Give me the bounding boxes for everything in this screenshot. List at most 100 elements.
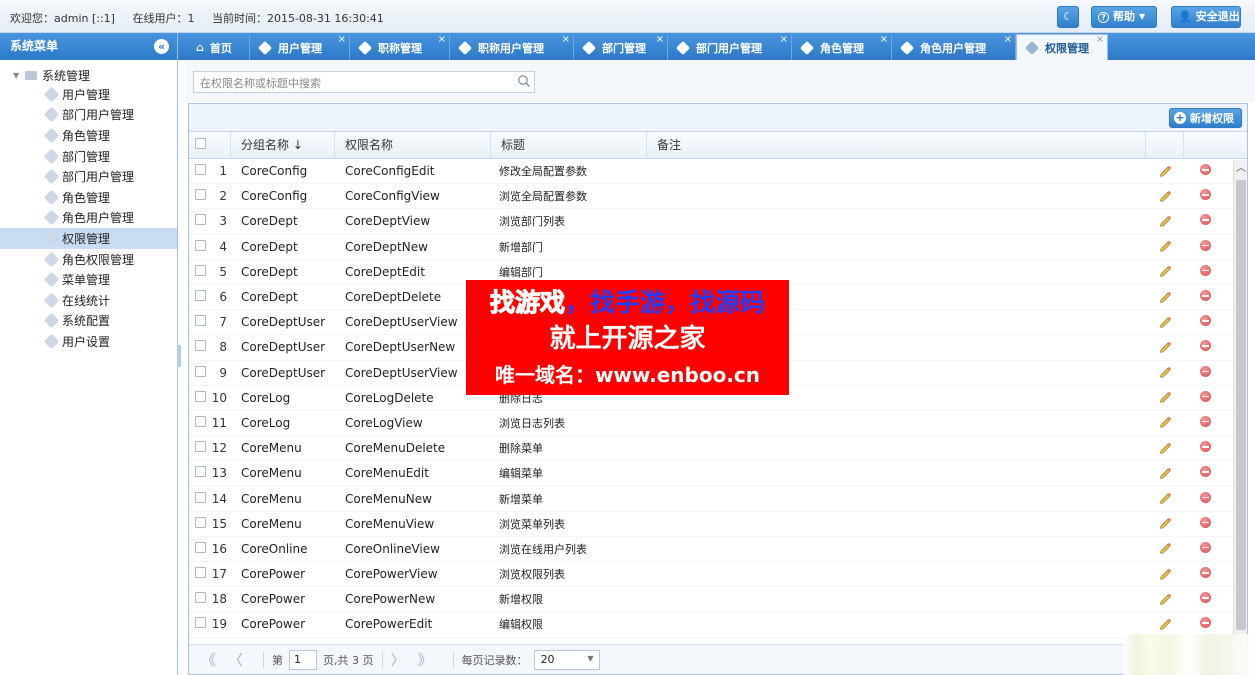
page-number-input[interactable]: 1 [289,649,318,670]
pencil-icon[interactable] [1158,414,1172,429]
delete-icon[interactable] [1199,592,1211,604]
tab[interactable]: 角色管理 × [792,34,892,60]
sidebar-item[interactable]: 部门用户管理 [0,166,177,187]
delete-icon[interactable] [1199,340,1211,352]
close-tab-icon[interactable]: × [1096,34,1104,45]
sidebar-splitter[interactable] [177,345,181,367]
row-checkbox[interactable] [195,466,206,478]
pencil-icon[interactable] [1158,263,1172,277]
row-checkbox[interactable] [195,214,206,226]
row-checkbox[interactable] [195,239,206,251]
pencil-icon[interactable] [1158,314,1172,328]
vertical-scrollbar[interactable]: ︿ ﹀ [1233,160,1247,672]
column-title-header[interactable]: 标题 [491,132,647,158]
row-checkbox[interactable] [195,415,206,427]
pencil-icon[interactable] [1158,188,1172,202]
delete-icon[interactable] [1199,415,1211,427]
row-checkbox[interactable] [195,592,206,604]
tab[interactable]: 部门用户管理 × [668,34,792,60]
close-tab-icon[interactable]: × [880,34,888,45]
table-row[interactable]: 3 CoreDept CoreDeptView 浏览部门列表 [189,209,1247,235]
delete-icon[interactable] [1199,567,1211,579]
table-row[interactable]: 12 CoreMenu CoreMenuDelete 删除菜单 [189,436,1247,462]
pencil-icon[interactable] [1158,515,1172,529]
sidebar-item[interactable]: 权限管理 [0,228,177,249]
delete-icon[interactable] [1199,466,1211,478]
tab[interactable]: 角色用户管理 × [892,34,1016,60]
sidebar-item[interactable]: 部门管理 [0,146,177,167]
sidebar-item[interactable]: 用户设置 [0,331,177,352]
row-checkbox[interactable] [195,491,206,503]
tab[interactable]: 职称用户管理 × [450,34,574,60]
sidebar-item[interactable]: 在线统计 [0,290,177,311]
table-row[interactable]: 19 CorePower CorePowerEdit 编辑权限 [189,612,1247,638]
row-checkbox[interactable] [195,516,206,528]
table-row[interactable]: 4 CoreDept CoreDeptNew 新增部门 [189,235,1247,260]
pencil-icon[interactable] [1158,616,1172,630]
close-tab-icon[interactable]: × [562,34,570,45]
row-checkbox[interactable] [195,441,206,453]
pencil-icon[interactable] [1158,339,1172,353]
column-group-header[interactable]: 分组名称 ↓ [231,132,335,158]
close-tab-icon[interactable]: × [656,34,664,45]
tab[interactable]: ⌂ 首页 [186,35,250,60]
row-checkbox[interactable] [195,290,206,302]
column-name-header[interactable]: 权限名称 [335,132,491,158]
pencil-icon[interactable] [1158,289,1172,303]
table-row[interactable]: 15 CoreMenu CoreMenuView 浏览菜单列表 [189,512,1247,537]
sidebar-item[interactable]: 角色权限管理 [0,249,177,270]
search-input[interactable]: 在权限名称或标题中搜索 [193,71,535,93]
pencil-icon[interactable] [1158,566,1172,580]
table-row[interactable]: 17 CorePower CorePowerView 浏览权限列表 [189,562,1247,588]
sidebar-item[interactable]: 用户管理 [0,84,177,105]
scroll-thumb[interactable] [1236,180,1246,630]
sidebar-item[interactable]: 菜单管理 [0,269,177,290]
table-row[interactable]: 14 CoreMenu CoreMenuNew 新增菜单 [189,486,1247,512]
row-checkbox[interactable] [195,189,206,201]
close-tab-icon[interactable]: × [1004,34,1012,45]
delete-icon[interactable] [1199,264,1211,276]
prev-page-icon[interactable]: 〈 [228,649,243,670]
row-checkbox[interactable] [195,390,206,402]
table-row[interactable]: 1 CoreConfig CoreConfigEdit 修改全局配置参数 [189,159,1247,185]
pencil-icon[interactable] [1158,238,1172,252]
pencil-icon[interactable] [1158,490,1172,504]
sidebar-item[interactable]: 角色管理 [0,125,177,146]
select-all-checkbox[interactable] [195,138,206,149]
row-checkbox[interactable] [195,567,206,579]
theme-button[interactable]: ☾ [1057,6,1079,28]
delete-icon[interactable] [1199,541,1211,553]
sidebar-item[interactable]: 角色用户管理 [0,208,177,229]
pencil-icon[interactable] [1158,163,1172,177]
next-page-icon[interactable]: 〉 [391,649,406,670]
delete-icon[interactable] [1199,491,1211,503]
collapse-sidebar-button[interactable]: « [154,39,169,54]
per-page-select[interactable]: 20 ▼ [533,649,600,670]
pencil-icon[interactable] [1158,389,1172,403]
pencil-icon[interactable] [1158,540,1172,555]
table-row[interactable]: 16 CoreOnline CoreOnlineView 浏览在线用户列表 [189,537,1247,562]
delete-icon[interactable] [1199,164,1211,176]
tab[interactable]: 部门管理 × [574,34,668,60]
row-checkbox[interactable] [195,617,206,629]
table-row[interactable]: 13 CoreMenu CoreMenuEdit 编辑菜单 [189,461,1247,487]
tab[interactable]: 用户管理 × [250,34,350,60]
tab[interactable]: 权限管理 × [1016,34,1108,60]
table-row[interactable]: 2 CoreConfig CoreConfigView 浏览全局配置参数 [189,184,1247,210]
column-note-header[interactable]: 备注 [647,132,1146,158]
delete-icon[interactable] [1199,214,1211,226]
add-permission-button[interactable]: + 新增权限 [1169,108,1242,128]
close-tab-icon[interactable]: × [438,34,446,45]
sidebar-item[interactable]: 系统配置 [0,311,177,332]
close-tab-icon[interactable]: × [780,34,788,45]
row-checkbox[interactable] [195,264,206,276]
close-tab-icon[interactable]: × [338,34,346,45]
expand-arrow-icon[interactable]: ▼ [13,71,25,80]
search-icon[interactable] [517,74,531,88]
last-page-icon[interactable]: 》 [418,649,433,670]
row-checkbox[interactable] [195,315,206,327]
pencil-icon[interactable] [1158,591,1172,605]
row-checkbox[interactable] [195,340,206,352]
delete-icon[interactable] [1199,390,1211,402]
delete-icon[interactable] [1199,315,1211,327]
